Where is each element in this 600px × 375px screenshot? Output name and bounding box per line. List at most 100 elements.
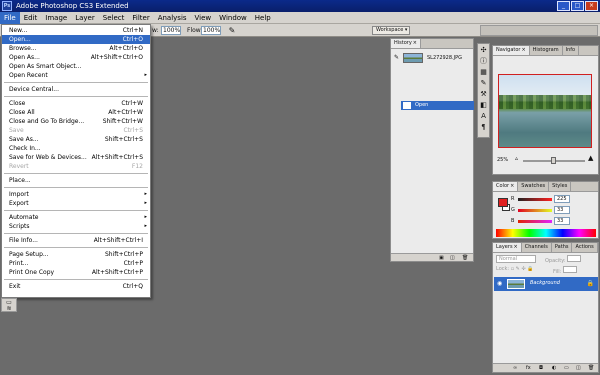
close-button[interactable]: × bbox=[585, 1, 598, 11]
file-menu-item-print[interactable]: Print... Ctrl+P bbox=[2, 259, 150, 268]
new-group-icon[interactable]: ▭ bbox=[564, 365, 569, 371]
layer-style-icon[interactable]: fx bbox=[526, 365, 531, 371]
r-value[interactable]: 225 bbox=[554, 195, 570, 203]
tab-histogram[interactable]: Histogram bbox=[529, 46, 563, 55]
g-slider[interactable] bbox=[518, 209, 552, 212]
file-menu-item-place[interactable]: Place... bbox=[2, 176, 150, 185]
tab-swatches[interactable]: Swatches bbox=[518, 182, 550, 191]
airbrush-icon[interactable]: ✎ bbox=[227, 26, 237, 35]
close-icon[interactable]: × bbox=[521, 47, 525, 53]
menu-item-label: Close and Go To Bridge... bbox=[9, 118, 85, 125]
history-footer: ▣ ◫ 🗑 bbox=[391, 253, 473, 261]
layer-row-background[interactable]: ◉ Background 🔒 bbox=[494, 277, 598, 291]
menu-file[interactable]: File bbox=[0, 11, 20, 24]
file-menu-item-export[interactable]: Export ▸ bbox=[2, 199, 150, 208]
b-value[interactable]: 33 bbox=[554, 217, 570, 225]
zoom-out-icon[interactable]: ▵ bbox=[515, 155, 518, 162]
menu-filter[interactable]: Filter bbox=[128, 12, 153, 24]
file-menu-item-check-in[interactable]: Check In... bbox=[2, 144, 150, 153]
navigator-icon[interactable]: ✣ bbox=[479, 46, 488, 55]
file-menu-item-page-setup[interactable]: Page Setup... Shift+Ctrl+P bbox=[2, 250, 150, 259]
maximize-button[interactable]: □ bbox=[571, 1, 584, 11]
menu-edit[interactable]: Edit bbox=[20, 12, 42, 24]
character-icon[interactable]: A bbox=[479, 112, 488, 121]
file-menu-item-print-one-copy[interactable]: Print One Copy Alt+Shift+Ctrl+P bbox=[2, 268, 150, 277]
lock-icons[interactable]: ▫ ✎ ✣ 🔒 bbox=[511, 266, 534, 272]
file-menu-item-import[interactable]: Import ▸ bbox=[2, 190, 150, 199]
close-icon[interactable]: × bbox=[514, 244, 518, 250]
tab-channels[interactable]: Channels bbox=[521, 243, 552, 252]
link-layers-icon[interactable]: ∞ bbox=[513, 365, 517, 371]
blend-mode-select[interactable]: Normal bbox=[496, 255, 536, 263]
tab-info[interactable]: Info bbox=[562, 46, 580, 55]
g-value[interactable]: 33 bbox=[554, 206, 570, 214]
tab-layers[interactable]: Layers× bbox=[493, 243, 522, 252]
layer-mask-icon[interactable]: ◘ bbox=[539, 365, 543, 371]
menu-layer[interactable]: Layer bbox=[71, 12, 99, 24]
menu-view[interactable]: View bbox=[191, 12, 216, 24]
histogram-icon[interactable]: ▦ bbox=[479, 68, 488, 77]
workspace-dropdown[interactable]: Workspace ▾ bbox=[372, 26, 410, 35]
file-menu-item-automate[interactable]: Automate ▸ bbox=[2, 213, 150, 222]
history-state-open[interactable]: Open bbox=[401, 101, 474, 110]
field-a-input[interactable]: 100% bbox=[161, 26, 181, 35]
file-menu-item-file-info[interactable]: File Info... Alt+Shift+Ctrl+I bbox=[2, 236, 150, 245]
history-snapshot[interactable]: ✎ SL272928.JPG bbox=[392, 52, 474, 64]
new-layer-icon[interactable]: ◫ bbox=[576, 365, 581, 371]
flow-input[interactable]: 100% bbox=[201, 26, 221, 35]
brushes-icon[interactable]: ✎ bbox=[479, 79, 488, 88]
menu-window[interactable]: Window bbox=[215, 12, 251, 24]
foreground-color-swatch[interactable] bbox=[498, 198, 508, 207]
tab-paths[interactable]: Paths bbox=[551, 243, 573, 252]
delete-icon[interactable]: 🗑 bbox=[462, 255, 468, 261]
new-snapshot-icon[interactable]: ◫ bbox=[450, 255, 455, 261]
tab-styles[interactable]: Styles bbox=[549, 182, 572, 191]
tool-presets-icon[interactable]: ⚒ bbox=[479, 90, 488, 99]
history-brush-icon[interactable]: ✎ bbox=[394, 54, 399, 61]
file-menu-item-scripts[interactable]: Scripts ▸ bbox=[2, 222, 150, 231]
b-slider[interactable] bbox=[518, 220, 552, 223]
color-spectrum-bar[interactable] bbox=[496, 229, 596, 237]
fill-input[interactable] bbox=[562, 266, 577, 273]
minimize-button[interactable]: _ bbox=[557, 1, 570, 11]
file-menu-item-open-as-smart-object[interactable]: Open As Smart Object... bbox=[2, 62, 150, 71]
file-menu-item-open-recent[interactable]: Open Recent ▸ bbox=[2, 71, 150, 80]
tab-color[interactable]: Color× bbox=[493, 182, 519, 191]
menu-analysis[interactable]: Analysis bbox=[154, 12, 191, 24]
tab-history[interactable]: History× bbox=[391, 39, 421, 48]
file-menu-item-device-central[interactable]: Device Central... bbox=[2, 85, 150, 94]
delete-layer-icon[interactable]: 🗑 bbox=[588, 365, 594, 371]
file-menu-item-close-all[interactable]: Close All Alt+Ctrl+W bbox=[2, 108, 150, 117]
menu-item-shortcut: Ctrl+O bbox=[122, 36, 143, 43]
info-icon[interactable]: ⓘ bbox=[479, 57, 488, 66]
opacity-input[interactable] bbox=[567, 255, 582, 262]
file-menu-item-open-as[interactable]: Open As... Alt+Shift+Ctrl+O bbox=[2, 53, 150, 62]
zoom-slider-knob[interactable] bbox=[551, 157, 556, 164]
close-icon[interactable]: × bbox=[510, 183, 514, 189]
zoom-in-icon[interactable]: ▲ bbox=[588, 154, 593, 162]
file-menu-item-close[interactable]: Close Ctrl+W bbox=[2, 99, 150, 108]
layer-comps-icon[interactable]: ◧ bbox=[479, 101, 488, 110]
navigator-preview[interactable] bbox=[498, 74, 592, 148]
menu-image[interactable]: Image bbox=[41, 12, 71, 24]
file-menu-item-browse[interactable]: Browse... Alt+Ctrl+O bbox=[2, 44, 150, 53]
menu-help[interactable]: Help bbox=[251, 12, 275, 24]
close-icon[interactable]: × bbox=[413, 40, 417, 46]
menu-select[interactable]: Select bbox=[99, 12, 129, 24]
r-slider[interactable] bbox=[518, 198, 552, 201]
adjustment-layer-icon[interactable]: ◐ bbox=[552, 365, 556, 371]
file-menu-item-save-for-web-devices[interactable]: Save for Web & Devices... Alt+Shift+Ctrl+… bbox=[2, 153, 150, 162]
file-menu-item-exit[interactable]: Exit Ctrl+Q bbox=[2, 282, 150, 291]
jump-to-imageready-icon[interactable]: ≋ bbox=[3, 306, 15, 312]
eye-icon[interactable]: ◉ bbox=[497, 280, 502, 287]
file-menu-item-new[interactable]: New... Ctrl+N bbox=[2, 26, 150, 35]
zoom-level[interactable]: 25% bbox=[497, 157, 508, 163]
tab-navigator[interactable]: Navigator× bbox=[493, 46, 530, 55]
menu-item-label: Device Central... bbox=[9, 86, 59, 93]
tab-actions[interactable]: Actions bbox=[572, 243, 598, 252]
file-menu-item-open[interactable]: Open... Ctrl+O bbox=[2, 35, 150, 44]
new-document-from-state-icon[interactable]: ▣ bbox=[439, 255, 444, 261]
paragraph-icon[interactable]: ¶ bbox=[479, 123, 488, 132]
file-menu-item-close-and-go-to-bridge[interactable]: Close and Go To Bridge... Shift+Ctrl+W bbox=[2, 117, 150, 126]
file-menu-item-save-as[interactable]: Save As... Shift+Ctrl+S bbox=[2, 135, 150, 144]
